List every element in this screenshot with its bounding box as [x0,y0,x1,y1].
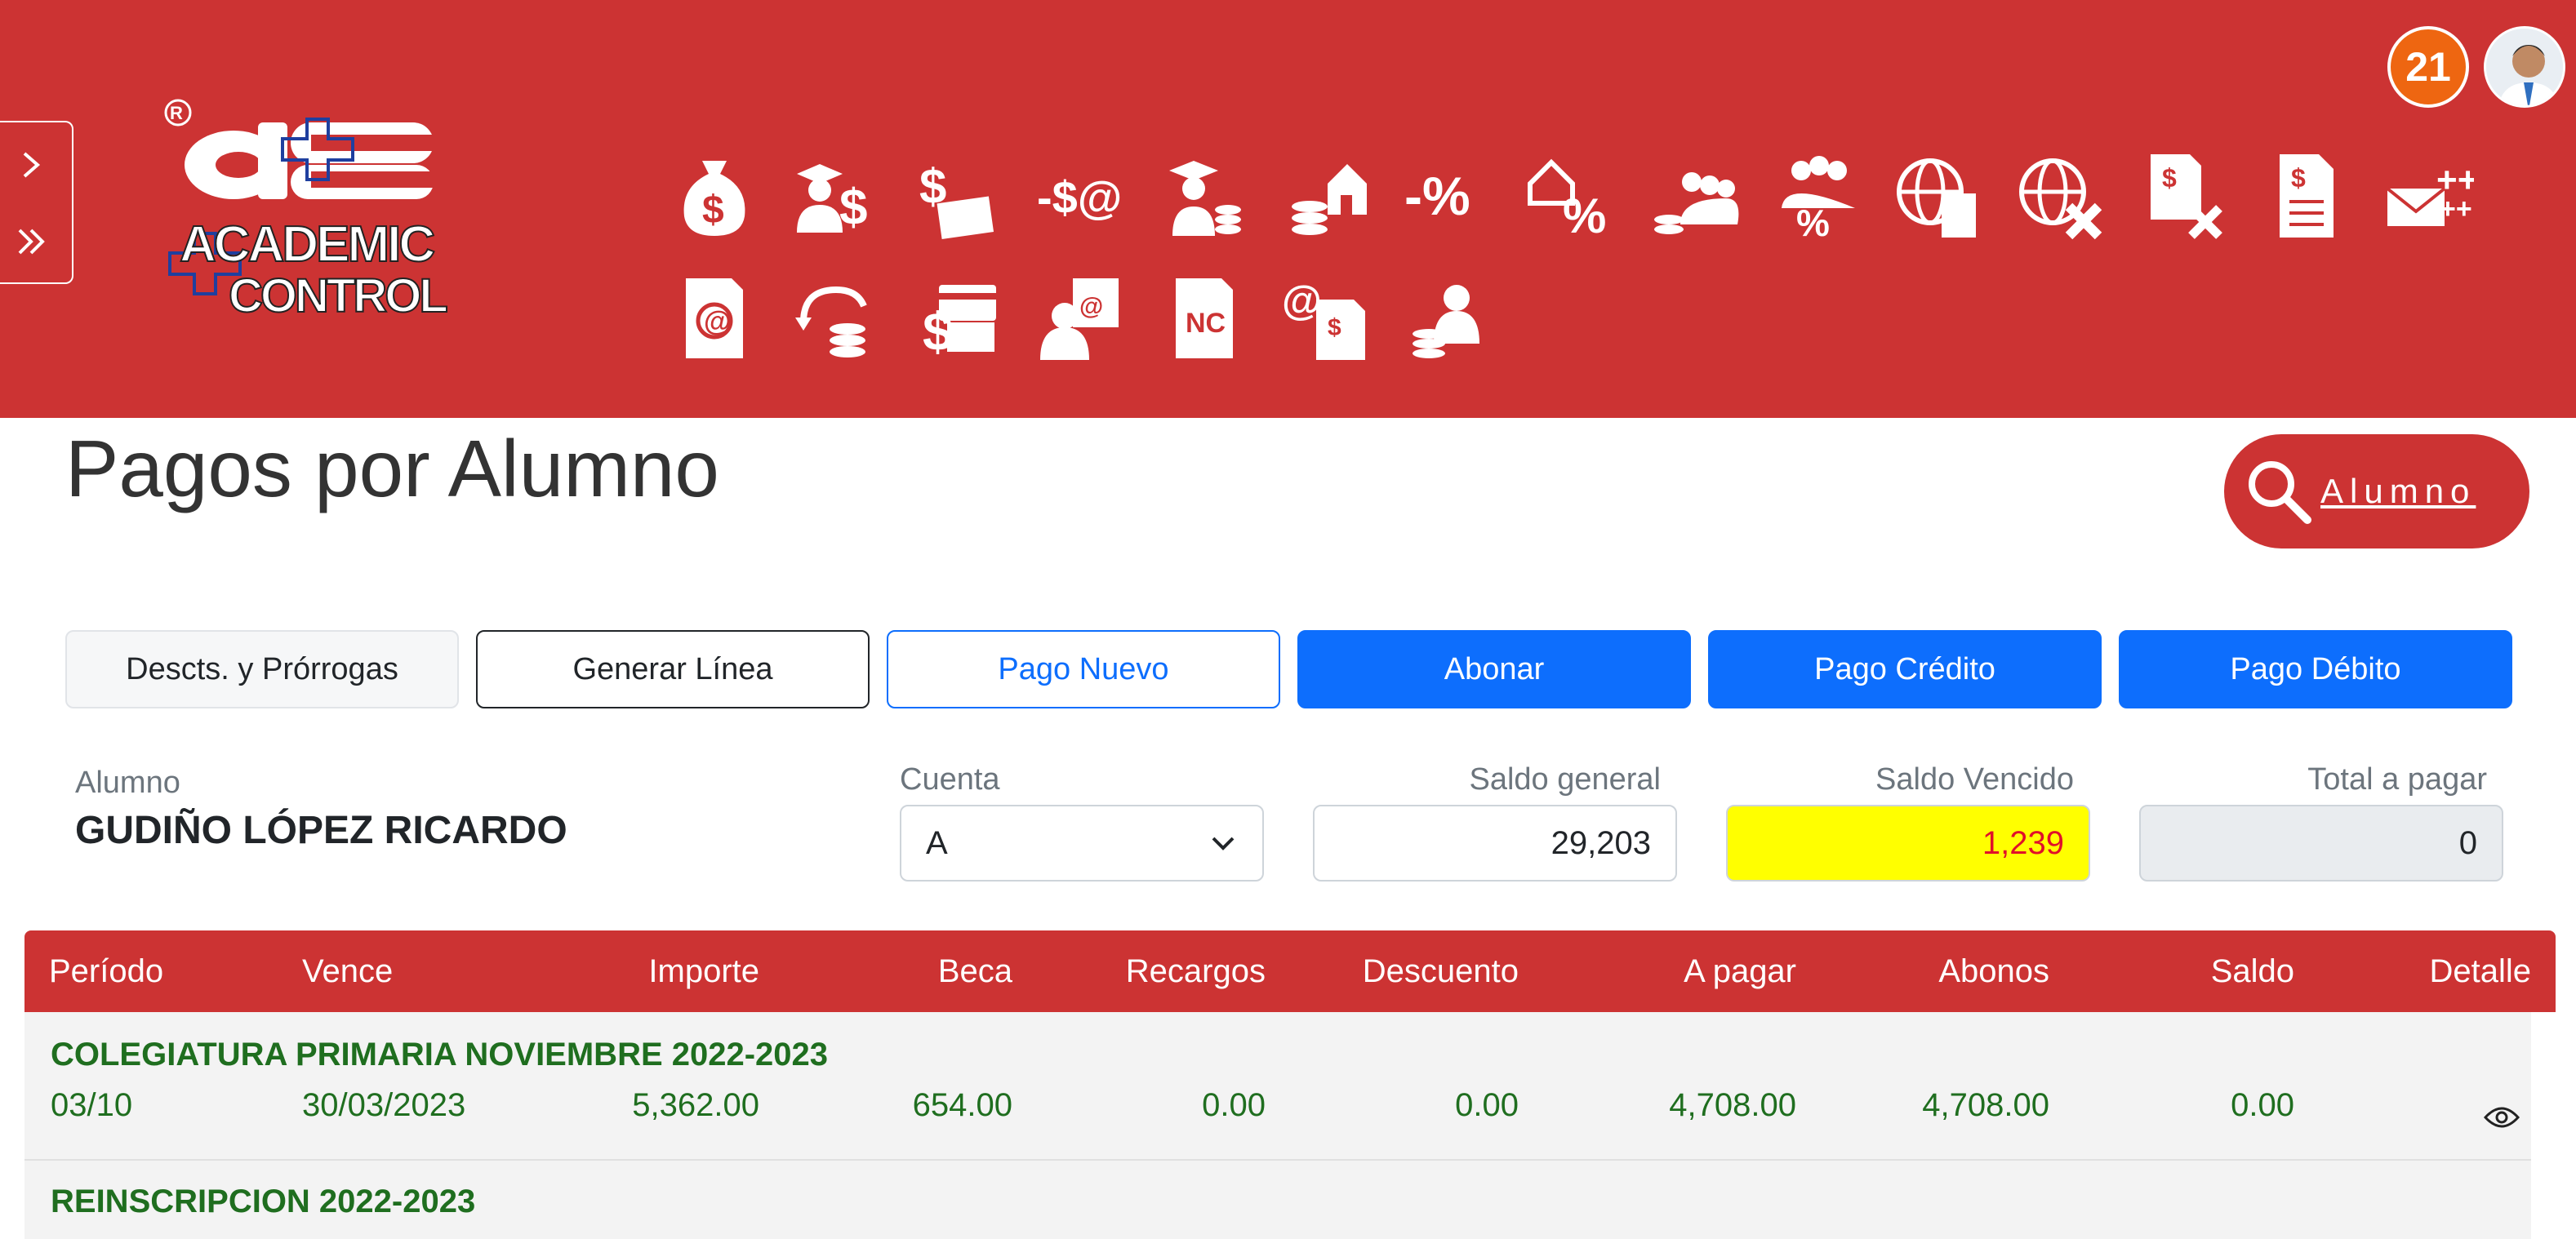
page-title: Pagos por Alumno [65,424,719,513]
col-vence: Vence [302,953,394,989]
svg-text:$: $ [702,189,724,232]
descuentos-prorrogas-button[interactable]: Descts. y Prórrogas [65,630,459,708]
cuenta-label: Cuenta [900,762,1000,797]
col-periodo: Período [49,953,164,989]
saldo-general-label: Saldo general [1469,762,1661,797]
generar-linea-button[interactable]: Generar Línea [476,630,870,708]
svg-text:++: ++ [2440,193,2472,224]
col-recargos: Recargos [1125,953,1266,989]
svg-text:$: $ [1328,314,1341,341]
group-coins-icon[interactable] [1633,147,1755,245]
svg-text:$: $ [2291,163,2306,193]
group-percent-icon[interactable]: % [1755,147,1878,245]
refund-coins-icon[interactable] [776,269,898,367]
group-title: COLEGIATURA PRIMARIA NOVIEMBRE 2022-2023 [51,1037,829,1072]
house-coins-icon[interactable] [1266,147,1388,245]
saldo-vencido-field: 1,239 [1726,805,2090,882]
cell-abonos: 4,708.00 [1922,1087,2049,1123]
toolbar-row-1: $ $ $ -$@ -% % % $ $ ++ ++ [653,135,2498,257]
search-icon [2249,461,2311,524]
svg-text:@: @ [704,306,731,337]
col-saldo: Saldo [2210,953,2294,989]
payments-table-header: Período Vence Importe Beca Recargos Desc… [24,930,2556,1012]
col-beca: Beca [937,953,1012,989]
group-title: REINSCRIPCION 2022-2023 [51,1183,476,1219]
sidebar-toggle[interactable] [0,121,73,284]
money-bag-icon[interactable]: $ [653,147,776,245]
globe-document-icon[interactable] [1878,147,2000,245]
avatar[interactable] [2484,26,2565,108]
cell-importe: 5,362.00 [632,1087,759,1123]
toolbar-icons: $ $ $ -$@ -% % % $ $ ++ ++ @ $ @ NC @ $ [653,135,2498,380]
email-document-icon[interactable]: @ [653,269,776,367]
email-sparkle-icon[interactable]: ++ ++ [2368,147,2490,245]
app-header: R ACADEMIC CONTROL $ $ $ -$@ -% % % $ $ … [0,0,2576,418]
pago-nuevo-button[interactable]: Pago Nuevo [887,630,1280,708]
svg-text:@: @ [1282,278,1322,323]
cell-a-pagar: 4,708.00 [1669,1087,1796,1123]
pago-debito-button[interactable]: Pago Débito [2119,630,2512,708]
cell-recargos: 0.00 [1202,1087,1266,1123]
cell-beca: 654.00 [912,1087,1012,1123]
person-coins-icon[interactable] [1388,269,1510,367]
svg-text:%: % [1796,202,1830,241]
abonar-button[interactable]: Abonar [1297,630,1691,708]
double-chevron-right-icon [18,229,45,255]
svg-text:NC: NC [1186,308,1226,339]
col-importe: Importe [648,953,759,989]
payments-table-body: COLEGIATURA PRIMARIA NOVIEMBRE 2022-2023… [24,1012,2531,1239]
cell-vence: 30/03/2023 [302,1087,466,1123]
document-money-icon[interactable]: $ [898,147,1021,245]
students-money-icon[interactable]: $ [776,147,898,245]
svg-text:$: $ [2162,163,2177,193]
academic-control-logo: R ACADEMIC CONTROL [160,90,478,326]
minus-percent-icon[interactable]: -% [1388,147,1510,245]
chevron-right-icon [23,152,41,178]
col-a-pagar: A pagar [1684,953,1796,989]
nc-document-icon[interactable]: NC [1143,269,1266,367]
money-document-icon[interactable]: $ [2245,147,2368,245]
email-money-document-icon[interactable]: @ $ [1266,269,1388,367]
notification-badge[interactable]: 21 [2387,26,2469,108]
search-alumno-label: Alumno [2320,472,2476,510]
row-divider [24,1159,2531,1161]
card-money-icon[interactable]: $ [898,269,1021,367]
cell-descuento: 0.00 [1455,1087,1519,1123]
svg-text:R: R [170,103,183,123]
toolbar-row-2: @ $ @ NC @ $ [653,257,2498,380]
saldo-vencido-label: Saldo Vencido [1875,762,2074,797]
svg-text:ACADEMIC: ACADEMIC [180,216,434,273]
email-money-icon[interactable]: -$@ [1021,147,1143,245]
col-descuento: Descuento [1362,953,1519,989]
alumno-label: Alumno [75,766,180,800]
graduate-coins-icon[interactable] [1143,147,1266,245]
svg-text:-%: -% [1404,166,1470,226]
person-email-icon[interactable]: @ [1021,269,1143,367]
saldo-general-field: 29,203 [1313,805,1677,882]
document-money-cancel-icon[interactable]: $ [2123,147,2245,245]
globe-cancel-icon[interactable] [2000,147,2123,245]
student-name: GUDIÑO LÓPEZ RICARDO [75,809,567,852]
house-percent-icon[interactable]: % [1510,147,1633,245]
eye-icon[interactable] [2484,1105,2520,1130]
user-avatar-icon [2486,29,2563,105]
total-pagar-label: Total a pagar [2307,762,2487,797]
svg-text:$: $ [839,180,867,236]
search-alumno-button[interactable]: Alumno [2224,434,2529,548]
col-abonos: Abonos [1938,953,2049,989]
svg-text:-$@: -$@ [1037,171,1122,223]
chevron-down-icon [1212,837,1235,850]
svg-text:@: @ [1079,293,1103,320]
total-pagar-field: 0 [2139,805,2503,882]
svg-text:%: % [1563,189,1606,241]
pago-credito-button[interactable]: Pago Crédito [1708,630,2102,708]
col-detalle: Detalle [2429,953,2531,989]
cuenta-select[interactable]: A [900,805,1264,882]
cell-saldo: 0.00 [2231,1087,2294,1123]
cell-periodo: 03/10 [51,1087,133,1123]
svg-text:CONTROL: CONTROL [229,269,447,322]
cuenta-value: A [926,824,948,861]
